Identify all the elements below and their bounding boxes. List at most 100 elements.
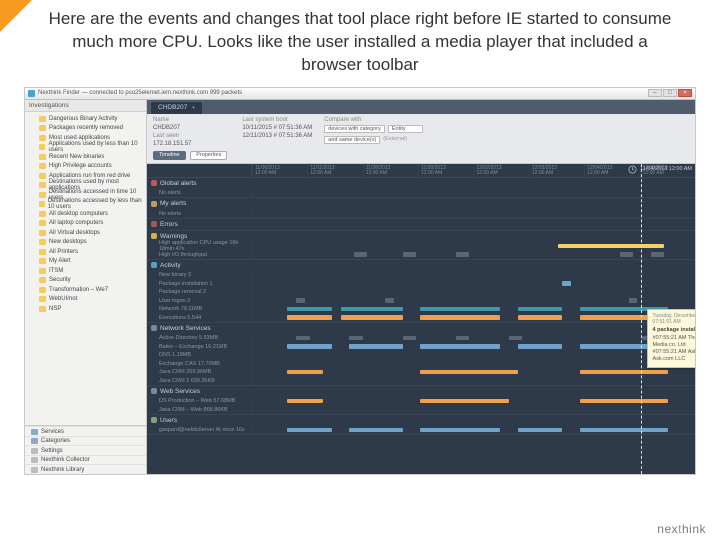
timeline-segment[interactable] <box>629 298 638 303</box>
section-header[interactable]: My alerts <box>147 198 695 209</box>
sidebar-item[interactable]: Dangerous Binary Activity <box>25 114 146 124</box>
timeline-segment[interactable] <box>420 315 500 320</box>
timeline-segment[interactable] <box>349 336 362 341</box>
timeline-segment[interactable] <box>456 336 469 341</box>
sidebar-item[interactable]: NSP <box>25 304 146 314</box>
section-header[interactable]: Activity <box>147 260 695 271</box>
section-icon <box>151 388 157 394</box>
row-track[interactable] <box>252 397 695 406</box>
row-track[interactable] <box>252 279 695 288</box>
same-device-select[interactable]: and same device(s) <box>324 136 380 144</box>
timeline-segment[interactable] <box>518 315 562 320</box>
sidebar-item[interactable]: High Privilege accounts <box>25 161 146 171</box>
row-track[interactable] <box>252 242 695 251</box>
timeline-segment[interactable] <box>420 344 500 349</box>
sidebar-bottom-item[interactable]: Nexthink Library <box>25 464 146 474</box>
sidebar-item[interactable]: All desktop computers <box>25 209 146 219</box>
row-track[interactable] <box>252 376 695 385</box>
section-header[interactable]: Network Services <box>147 323 695 334</box>
timeline-segment[interactable] <box>287 370 322 375</box>
timeline-segment[interactable] <box>287 399 322 404</box>
row-track[interactable] <box>252 426 695 435</box>
sidebar-item[interactable]: Packages recently removed <box>25 123 146 133</box>
timeline-segment[interactable] <box>518 428 562 433</box>
timeline-segment[interactable] <box>456 252 469 257</box>
tab-close-icon[interactable]: ▾ <box>192 105 195 111</box>
timeline-segment[interactable] <box>580 399 669 404</box>
sidebar-item[interactable]: New desktops <box>25 237 146 247</box>
sidebar-item[interactable]: Applications used by less than 10 users <box>25 142 146 152</box>
timeline-segment[interactable] <box>509 336 522 341</box>
timeline-segment[interactable] <box>420 428 500 433</box>
timeline-segment[interactable] <box>420 307 500 312</box>
properties-button[interactable]: Properties <box>190 151 227 160</box>
timeline-segment[interactable] <box>287 428 331 433</box>
close-button[interactable]: × <box>678 89 692 97</box>
row-track[interactable] <box>252 342 695 351</box>
sidebar-bottom-item[interactable]: Services <box>25 426 146 436</box>
section-header[interactable]: Errors <box>147 219 695 230</box>
timeline-segment[interactable] <box>580 370 669 375</box>
compare-category-select[interactable]: devices with category <box>324 125 385 133</box>
timeline-segment[interactable] <box>403 336 416 341</box>
sidebar-item[interactable]: All Printers <box>25 247 146 257</box>
timeline-segment[interactable] <box>354 252 367 257</box>
row-track[interactable] <box>252 288 695 297</box>
timeline-segment[interactable] <box>562 281 571 286</box>
timeline-segment[interactable] <box>620 252 633 257</box>
timeline-segment[interactable] <box>287 315 331 320</box>
timeline-segment[interactable] <box>580 428 669 433</box>
row-track[interactable] <box>252 405 695 414</box>
row-track[interactable] <box>252 313 695 322</box>
window-titlebar[interactable]: Nexthink Finder — connected to pso25elem… <box>25 88 695 100</box>
timeline-segment[interactable] <box>518 307 562 312</box>
timeline-segment[interactable] <box>349 344 402 349</box>
sidebar-item[interactable]: WebUI/not <box>25 294 146 304</box>
sidebar-item[interactable]: My Alert <box>25 256 146 266</box>
section-header[interactable]: Web Services <box>147 386 695 397</box>
sidebar-item[interactable]: ITSM <box>25 266 146 276</box>
row-track[interactable] <box>252 209 695 218</box>
sidebar-item[interactable]: All laptop computers <box>25 218 146 228</box>
timeline-segment[interactable] <box>296 336 309 341</box>
row-track[interactable] <box>252 359 695 368</box>
timeline-segment[interactable] <box>287 307 331 312</box>
sidebar-item[interactable]: All Virtual desktops <box>25 228 146 238</box>
sidebar-item[interactable]: Transformation – We7 <box>25 285 146 295</box>
timeline-segment[interactable] <box>651 252 664 257</box>
timeline-segment[interactable] <box>341 315 403 320</box>
sidebar-item[interactable]: Destinations accessed by less than 10 us… <box>25 199 146 209</box>
minimize-button[interactable]: – <box>648 89 662 97</box>
row-track[interactable] <box>252 296 695 305</box>
row-track[interactable] <box>252 305 695 314</box>
timeline-button[interactable]: Timeline <box>153 151 186 160</box>
timeline-segment[interactable] <box>287 344 331 349</box>
section-header[interactable]: Global alerts <box>147 178 695 189</box>
row-track[interactable] <box>252 189 695 198</box>
device-tab[interactable]: CHDB207 ▾ <box>151 102 202 114</box>
sidebar-bottom-item[interactable]: Categories <box>25 436 146 446</box>
row-track[interactable] <box>252 368 695 377</box>
row-track[interactable] <box>252 250 695 259</box>
sidebar-item[interactable]: Recent New binaries <box>25 152 146 162</box>
row-track[interactable] <box>252 351 695 360</box>
sidebar-bottom-item[interactable]: Settings <box>25 445 146 455</box>
sidebar-item[interactable]: Security <box>25 275 146 285</box>
timeline-segment[interactable] <box>296 298 305 303</box>
timeline-segment[interactable] <box>420 399 509 404</box>
timeline-segment[interactable] <box>341 307 403 312</box>
row-track[interactable] <box>252 271 695 280</box>
timeline-segment[interactable] <box>385 298 394 303</box>
maximize-button[interactable]: □ <box>663 89 677 97</box>
sidebar-bottom-item[interactable]: Nexthink Collector <box>25 455 146 465</box>
row-label: User logon 3 <box>147 296 252 305</box>
entity-select[interactable]: Entity <box>388 125 423 133</box>
timeline-segment[interactable] <box>349 428 402 433</box>
timeline-segment[interactable] <box>420 370 517 375</box>
section-header[interactable]: Users <box>147 415 695 426</box>
timeline-segment[interactable] <box>558 244 664 249</box>
timeline-segment[interactable] <box>403 252 416 257</box>
timeline-segment[interactable] <box>518 344 562 349</box>
row-track[interactable] <box>252 334 695 343</box>
folder-icon <box>39 192 46 198</box>
